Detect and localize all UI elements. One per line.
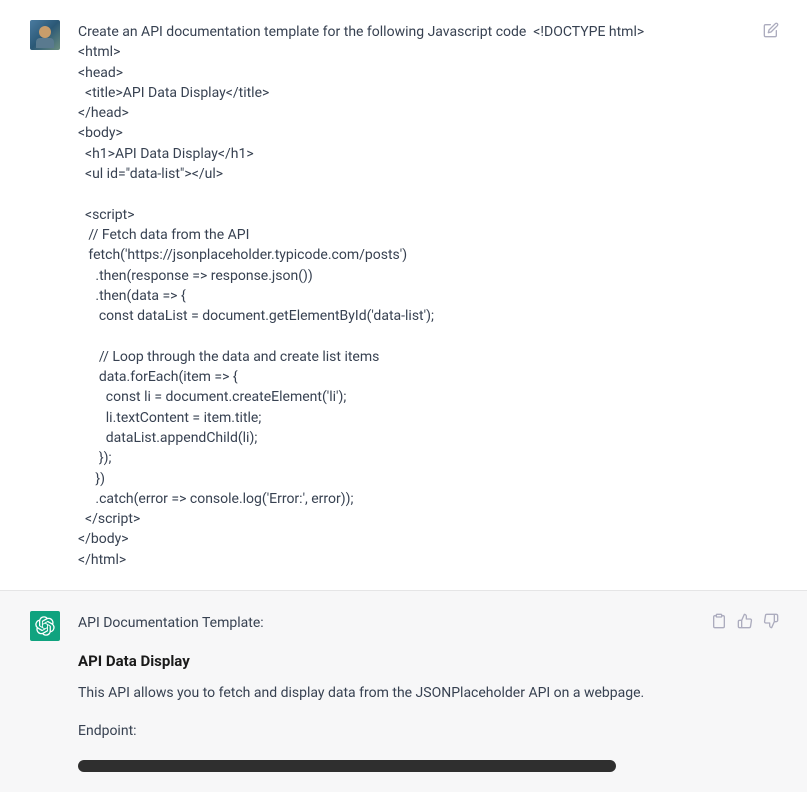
thumbs-up-button[interactable] [737, 613, 753, 635]
code-block [78, 760, 616, 772]
assistant-intro: API Documentation Template: [78, 613, 693, 633]
copy-button[interactable] [711, 613, 727, 635]
endpoint-label: Endpoint: [78, 721, 693, 741]
edit-button[interactable] [763, 20, 779, 570]
thumbs-down-icon [763, 613, 779, 629]
thumbs-down-button[interactable] [763, 613, 779, 635]
user-message: Create an API documentation template for… [0, 0, 807, 590]
user-avatar [30, 20, 60, 50]
assistant-actions [711, 611, 779, 772]
assistant-avatar [30, 611, 60, 641]
assistant-message-content: API Documentation Template: API Data Dis… [78, 611, 693, 772]
openai-logo-icon [35, 616, 55, 636]
user-message-text: Create an API documentation template for… [78, 20, 739, 570]
assistant-description: This API allows you to fetch and display… [78, 683, 693, 703]
assistant-message: API Documentation Template: API Data Dis… [0, 590, 807, 792]
clipboard-icon [711, 613, 727, 629]
edit-icon [763, 22, 779, 38]
assistant-heading: API Data Display [78, 651, 693, 673]
thumbs-up-icon [737, 613, 753, 629]
conversation: Create an API documentation template for… [0, 0, 807, 792]
